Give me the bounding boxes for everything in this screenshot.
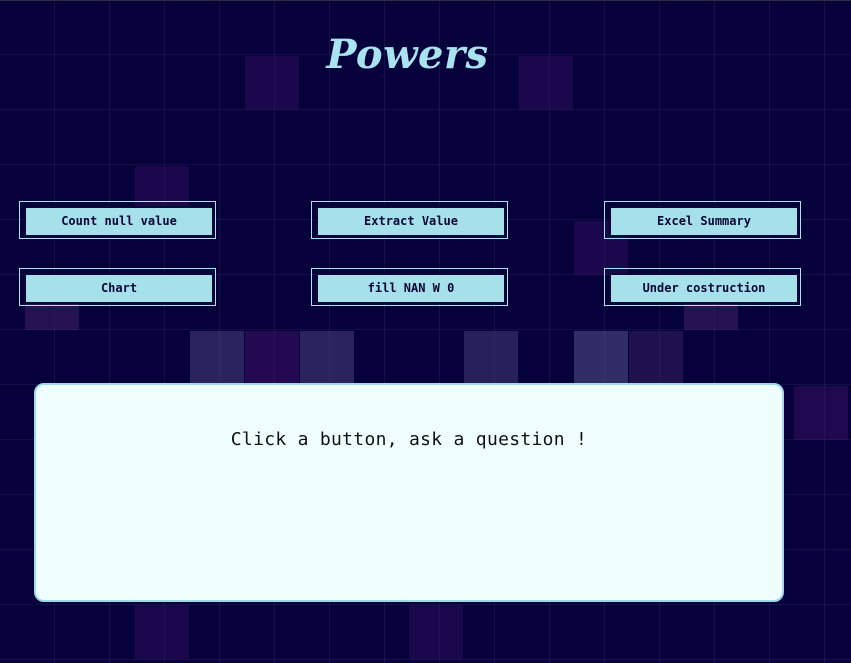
under-construction-button[interactable]: Under costruction	[609, 273, 799, 304]
background-tile	[794, 386, 848, 440]
output-panel: Click a button, ask a question !	[34, 383, 784, 602]
page: { "header": { "title": "Powers" }, "butt…	[0, 0, 851, 663]
background-tile	[300, 331, 354, 385]
background-tile	[629, 331, 683, 385]
excel-summary-button[interactable]: Excel Summary	[609, 206, 799, 237]
fill-nan-button[interactable]: fill NAN W 0	[316, 273, 506, 304]
output-message: Click a button, ask a question !	[230, 429, 588, 450]
chart-button[interactable]: Chart	[24, 273, 214, 304]
background-tile	[245, 331, 299, 385]
count-null-button[interactable]: Count null value	[24, 206, 214, 237]
under-construction-button-frame: Under costruction	[604, 268, 801, 306]
chart-button-frame: Chart	[19, 268, 216, 306]
count-null-button-frame: Count null value	[19, 201, 216, 239]
background-tile	[574, 331, 628, 385]
excel-summary-button-frame: Excel Summary	[604, 201, 801, 239]
extract-value-button-frame: Extract Value	[311, 201, 508, 239]
page-title: Powers	[326, 31, 489, 78]
background-tile	[409, 605, 463, 659]
fill-nan-button-frame: fill NAN W 0	[311, 268, 508, 306]
extract-value-button[interactable]: Extract Value	[316, 206, 506, 237]
background-tile	[135, 605, 189, 659]
background-tile	[190, 331, 244, 385]
background-tile	[464, 331, 518, 385]
